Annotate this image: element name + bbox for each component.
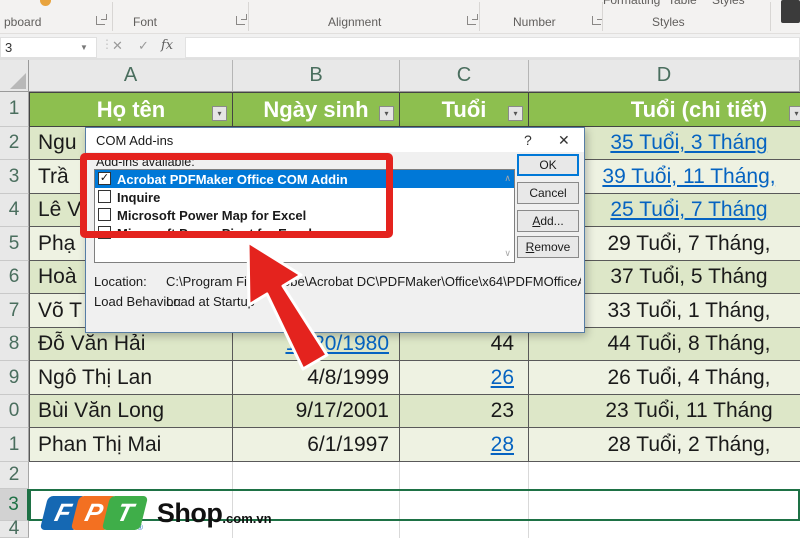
font-dialog-launcher-icon[interactable] — [236, 14, 247, 25]
row-header-5[interactable]: 5 — [0, 227, 29, 261]
annotation-highlight-rectangle — [80, 153, 393, 238]
header-ho-ten[interactable]: Họ tên ▾ — [29, 92, 233, 127]
cell-a11[interactable]: Phan Thị Mai — [29, 428, 233, 462]
row-header-10[interactable]: 0 — [0, 395, 29, 428]
enter-icon[interactable]: ✓ — [138, 38, 149, 54]
add-accesskey: A — [532, 214, 541, 228]
insert-function-icon[interactable]: fx — [161, 38, 173, 53]
header-label: Họ tên — [96, 96, 166, 122]
cell-d10[interactable]: 23 Tuổi, 11 Tháng — [529, 395, 800, 428]
column-header-d[interactable]: D — [529, 60, 800, 92]
conditional-formatting-label[interactable]: Formatting — [603, 0, 660, 7]
table-row-9: Ngô Thị Lan 4/8/1999 26 26 Tuổi, 4 Tháng… — [29, 361, 800, 395]
column-header-b[interactable]: B — [233, 60, 400, 92]
format-as-table-label[interactable]: Table — [668, 0, 697, 7]
formula-bar-row: 3 ▼ ⋮ ✕ ✓ fx — [0, 34, 800, 60]
row-header-7[interactable]: 7 — [0, 294, 29, 328]
group-separator — [112, 2, 113, 31]
group-separator — [602, 2, 603, 31]
location-value: C:\Program Files\Adobe\Acrobat DC\PDFMak… — [166, 274, 581, 289]
row-header-9[interactable]: 9 — [0, 361, 29, 395]
table-row-11: Phan Thị Mai 6/1/1997 28 28 Tuổi, 2 Thán… — [29, 428, 800, 462]
cancel-button[interactable]: Cancel — [517, 182, 579, 204]
fpt-shop-logo: F P T ® Shop .com.vn — [39, 492, 272, 534]
format-painter-icon[interactable] — [40, 0, 51, 6]
cell-b10[interactable]: 9/17/2001 — [233, 395, 400, 428]
clipboard-dialog-launcher-icon[interactable] — [96, 14, 107, 25]
add-label-rest: dd... — [540, 214, 564, 228]
ribbon: Formatting Table Styles pboard Font Alig… — [0, 0, 800, 34]
row-header-2[interactable]: 2 — [0, 127, 29, 160]
header-tuoi[interactable]: Tuổi ▾ — [400, 92, 529, 127]
header-ngay-sinh[interactable]: Ngày sinh ▾ — [233, 92, 400, 127]
logo-domain-text: .com.vn — [222, 511, 272, 526]
filter-dropdown-icon[interactable]: ▾ — [508, 106, 523, 121]
row-header-13-selected[interactable]: 3 — [0, 489, 29, 521]
cell-c10[interactable]: 23 — [400, 395, 529, 428]
filter-dropdown-icon[interactable]: ▾ — [789, 106, 800, 121]
group-alignment: Alignment — [328, 15, 382, 29]
cell-b11[interactable]: 6/1/1997 — [233, 428, 400, 462]
group-styles: Styles — [652, 15, 685, 29]
cell-b9[interactable]: 4/8/1999 — [233, 361, 400, 395]
name-box-dropdown-icon[interactable]: ▼ — [80, 43, 88, 52]
dialog-title: COM Add-ins — [96, 133, 174, 148]
formula-bar-input[interactable] — [185, 37, 800, 58]
logo-shop-text: Shop — [156, 497, 223, 528]
row-header-8[interactable]: 8 — [0, 328, 29, 361]
row-header-3[interactable]: 3 — [0, 160, 29, 194]
row-header-6[interactable]: 6 — [0, 261, 29, 294]
row-header-4[interactable]: 4 — [0, 194, 29, 227]
header-label: Ngày sinh — [263, 96, 369, 122]
load-behavior-value: Load at Startup — [166, 294, 255, 309]
close-icon[interactable]: ✕ — [558, 132, 570, 149]
cell-styles-label[interactable]: Styles — [712, 0, 745, 7]
table-header-row: Họ tên ▾ Ngày sinh ▾ Tuổi ▾ Tuổi (chi tiết)… — [29, 92, 800, 127]
dialog-titlebar[interactable]: COM Add-ins ? ✕ — [86, 128, 584, 152]
cell-c11[interactable]: 28 — [400, 428, 529, 462]
filter-dropdown-icon[interactable]: ▾ — [379, 106, 394, 121]
group-font: Font — [133, 15, 158, 29]
scroll-up-icon[interactable]: ∧ — [504, 173, 511, 184]
insert-cells-icon[interactable] — [781, 0, 800, 23]
row-header-1[interactable]: 1 — [0, 92, 29, 127]
group-separator — [479, 2, 480, 31]
alignment-dialog-launcher-icon[interactable] — [467, 14, 478, 25]
row-header-12[interactable]: 2 — [0, 462, 29, 489]
cell-c9[interactable]: 26 — [400, 361, 529, 395]
remove-accesskey: R — [525, 240, 535, 254]
filter-dropdown-icon[interactable]: ▾ — [212, 106, 227, 121]
cell-a10[interactable]: Bùi Văn Long — [29, 395, 233, 428]
cancel-icon[interactable]: ✕ — [112, 38, 123, 54]
group-number: Number — [513, 15, 556, 29]
remove-button[interactable]: Remove — [517, 236, 579, 258]
column-header-a[interactable]: A — [29, 60, 233, 92]
help-icon[interactable]: ? — [524, 132, 532, 148]
group-clipboard: pboard — [4, 15, 42, 29]
cell-a9[interactable]: Ngô Thị Lan — [29, 361, 233, 395]
ok-button[interactable]: OK — [517, 154, 579, 176]
location-label: Location: — [94, 274, 147, 289]
scroll-down-icon[interactable]: ∨ — [504, 248, 511, 259]
group-separator — [248, 2, 249, 31]
number-dialog-launcher-icon[interactable] — [592, 14, 603, 25]
header-tuoi-chi-tiet[interactable]: Tuổi (chi tiết) ▾ — [529, 92, 800, 127]
cell-d11[interactable]: 28 Tuổi, 2 Tháng, — [529, 428, 800, 462]
select-all-triangle-icon — [10, 73, 26, 89]
header-label: Tuổi — [441, 96, 487, 122]
select-all-corner[interactable] — [0, 60, 29, 92]
row-header-14[interactable]: 4 — [0, 518, 29, 539]
remove-label-rest: emove — [534, 240, 571, 254]
table-row-10: Bùi Văn Long 9/17/2001 23 23 Tuổi, 11 Th… — [29, 395, 800, 428]
row-header-11[interactable]: 1 — [0, 428, 29, 462]
header-label: Tuổi (chi tiết) — [630, 96, 768, 122]
group-separator — [770, 2, 771, 31]
column-header-c[interactable]: C — [400, 60, 529, 92]
cell-d9[interactable]: 26 Tuổi, 4 Tháng, — [529, 361, 800, 395]
add-button[interactable]: Add... — [517, 210, 579, 232]
